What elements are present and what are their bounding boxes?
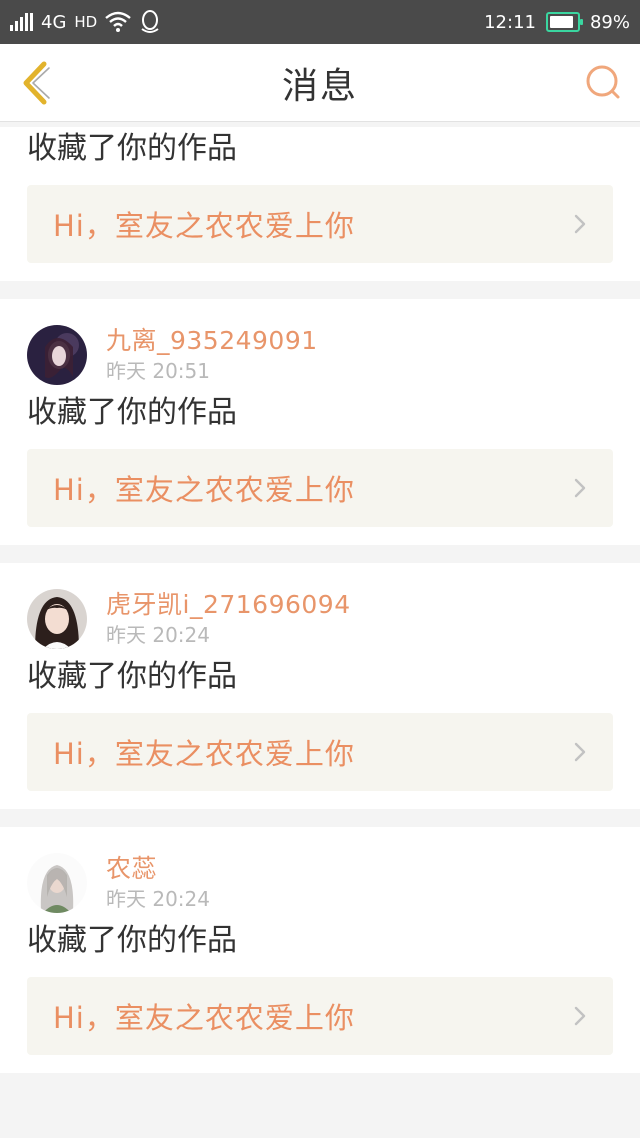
avatar[interactable] xyxy=(27,589,87,649)
action-text: 收藏了你的作品 xyxy=(27,659,237,694)
status-bar: 4G HD 12:11 89% xyxy=(0,0,640,44)
username[interactable]: 农蕊 xyxy=(106,853,210,885)
username[interactable]: 九离_935249091 xyxy=(106,325,318,357)
list-item: 虎牙凯i_271696094 昨天 20:24 收藏了你的作品 Hi，室友之农农… xyxy=(0,563,640,809)
avatar[interactable] xyxy=(27,853,87,913)
battery-percent: 89% xyxy=(589,11,630,33)
work-link[interactable]: Hi，室友之农农爱上你 xyxy=(27,185,613,263)
signal-icon xyxy=(10,13,33,31)
action-text: 收藏了你的作品 xyxy=(27,131,237,166)
back-icon[interactable] xyxy=(18,60,58,106)
message-list[interactable]: 收藏了你的作品 Hi，室友之农农爱上你 九离_935249091 昨天 20:5… xyxy=(0,123,640,1138)
work-link[interactable]: Hi，室友之农农爱上你 xyxy=(27,977,613,1055)
timestamp: 昨天 20:24 xyxy=(106,623,210,647)
username[interactable]: 虎牙凯i_271696094 xyxy=(106,589,351,621)
nav-bar: 消息 xyxy=(0,44,640,122)
wifi-icon xyxy=(105,11,132,32)
network-type: 4G xyxy=(41,11,67,33)
work-title: Hi，室友之农农爱上你 xyxy=(53,473,355,507)
hd-indicator: HD xyxy=(74,13,98,31)
action-text: 收藏了你的作品 xyxy=(27,923,237,958)
chevron-right-icon xyxy=(574,742,586,762)
chevron-right-icon xyxy=(574,214,586,234)
work-title: Hi，室友之农农爱上你 xyxy=(53,1001,355,1035)
list-item: 收藏了你的作品 Hi，室友之农农爱上你 xyxy=(0,127,640,281)
work-link[interactable]: Hi，室友之农农爱上你 xyxy=(27,713,613,791)
battery-icon xyxy=(545,12,583,32)
action-text: 收藏了你的作品 xyxy=(27,395,237,430)
timestamp: 昨天 20:51 xyxy=(106,359,210,383)
search-icon[interactable] xyxy=(584,62,624,102)
work-title: Hi，室友之农农爱上你 xyxy=(53,209,355,243)
chevron-right-icon xyxy=(574,478,586,498)
clock: 12:11 xyxy=(484,11,536,33)
page-title: 消息 xyxy=(281,65,358,107)
list-item: 农蕊 昨天 20:24 收藏了你的作品 Hi，室友之农农爱上你 xyxy=(0,827,640,1073)
work-title: Hi，室友之农农爱上你 xyxy=(53,737,355,771)
qq-icon xyxy=(141,10,159,33)
work-link[interactable]: Hi，室友之农农爱上你 xyxy=(27,449,613,527)
timestamp: 昨天 20:24 xyxy=(106,887,210,911)
chevron-right-icon xyxy=(574,1006,586,1026)
list-item: 九离_935249091 昨天 20:51 收藏了你的作品 Hi，室友之农农爱上… xyxy=(0,299,640,545)
avatar[interactable] xyxy=(27,325,87,385)
